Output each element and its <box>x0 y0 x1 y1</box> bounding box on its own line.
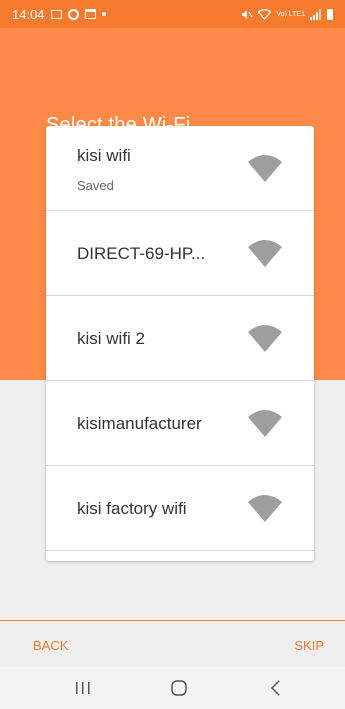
recent-apps-icon[interactable] <box>71 677 95 699</box>
footer-actions: BACK SKIP <box>0 620 345 668</box>
wifi-signal-icon <box>248 410 282 437</box>
status-left: 14:04 <box>12 7 106 22</box>
wifi-network-list[interactable]: kisi wifi Saved DIRECT-69-HP... kisi wif… <box>46 126 314 561</box>
status-time: 14:04 <box>12 6 45 22</box>
system-navigation-bar <box>0 667 345 709</box>
wifi-network-name: kisimanufacturer <box>77 414 202 433</box>
calendar-notification-icon <box>84 9 96 19</box>
signal-strength-icon <box>310 8 321 20</box>
wifi-network-name: kisi wifi <box>77 146 131 165</box>
wifi-signal-icon <box>248 495 282 522</box>
skip-button[interactable]: SKIP <box>294 638 324 653</box>
mute-icon <box>242 9 253 19</box>
gallery-notification-icon <box>50 9 62 19</box>
wifi-status-icon <box>258 8 272 20</box>
back-nav-icon[interactable] <box>264 677 288 699</box>
back-button[interactable]: BACK <box>33 638 68 653</box>
wifi-network-item[interactable]: kisi wifi Saved <box>46 126 314 211</box>
wifi-network-name: kisi factory wifi <box>77 499 187 518</box>
wifi-signal-icon <box>248 155 282 182</box>
wifi-network-item[interactable]: kisi factory wifi <box>46 466 314 551</box>
status-right: Vo) LTE1 <box>241 8 333 20</box>
status-bar: 14:04 Vo) LTE1 <box>0 0 345 28</box>
wifi-network-item[interactable]: DIRECT-69-HP... <box>46 211 314 296</box>
wifi-network-item[interactable]: kisi wifi 2 <box>46 296 314 381</box>
wifi-signal-icon <box>248 240 282 267</box>
wifi-network-item[interactable]: kisimanufacturer <box>46 381 314 466</box>
wifi-network-status: Saved <box>77 178 114 193</box>
more-notifications-icon <box>101 12 106 16</box>
battery-icon <box>327 8 333 20</box>
opera-notification-icon <box>67 8 79 20</box>
wifi-network-name: kisi wifi 2 <box>77 329 146 348</box>
wifi-network-name: DIRECT-69-HP... <box>77 244 206 263</box>
network-label: Vo) LTE1 <box>276 10 305 18</box>
wifi-signal-icon <box>248 325 282 352</box>
home-icon[interactable] <box>167 677 191 699</box>
